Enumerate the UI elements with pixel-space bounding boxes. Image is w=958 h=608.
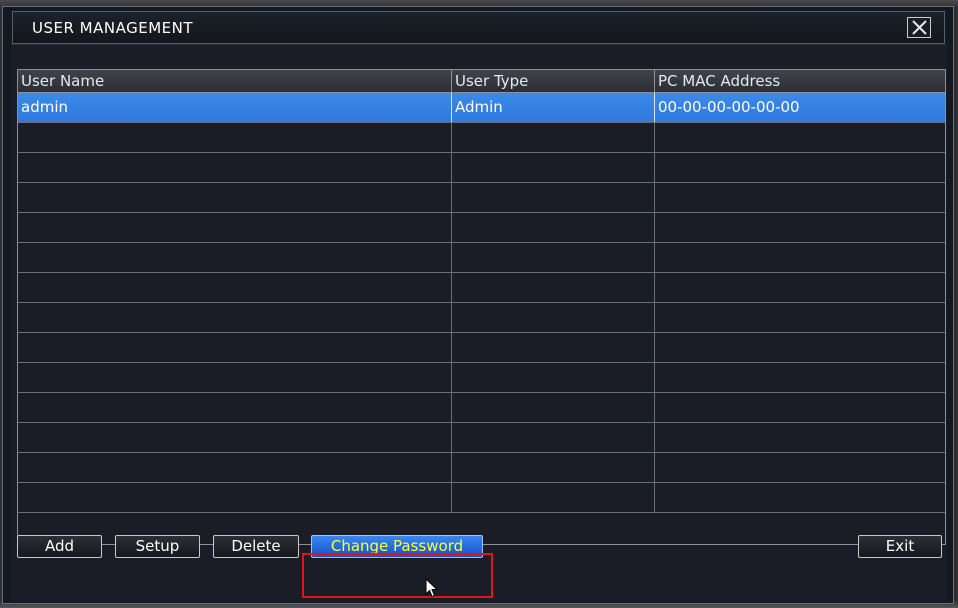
table-row[interactable] bbox=[18, 123, 945, 153]
cell-user-type bbox=[452, 183, 655, 212]
table-row[interactable]: admin Admin 00-00-00-00-00-00 bbox=[18, 93, 945, 123]
cell-user-type bbox=[452, 483, 655, 512]
cell-user-type bbox=[452, 453, 655, 482]
cell-user-name: admin bbox=[18, 93, 452, 122]
table-header: User Name User Type PC MAC Address bbox=[18, 70, 945, 93]
column-header-user-type[interactable]: User Type bbox=[452, 70, 655, 92]
cell-user-name bbox=[18, 273, 452, 302]
cell-user-name bbox=[18, 423, 452, 452]
table-row[interactable] bbox=[18, 183, 945, 213]
table-row[interactable] bbox=[18, 273, 945, 303]
cell-mac-address bbox=[655, 333, 945, 362]
cell-user-type: Admin bbox=[452, 93, 655, 122]
cell-user-type bbox=[452, 213, 655, 242]
cell-user-name bbox=[18, 183, 452, 212]
cell-user-name bbox=[18, 303, 452, 332]
cell-user-name bbox=[18, 363, 452, 392]
cell-mac-address bbox=[655, 363, 945, 392]
cell-user-type bbox=[452, 303, 655, 332]
table-row[interactable] bbox=[18, 483, 945, 513]
add-button[interactable]: Add bbox=[17, 535, 102, 558]
cell-user-name bbox=[18, 393, 452, 422]
cell-user-type bbox=[452, 423, 655, 452]
cell-user-name bbox=[18, 333, 452, 362]
exit-button[interactable]: Exit bbox=[858, 535, 942, 558]
cell-user-type bbox=[452, 123, 655, 152]
table-row[interactable] bbox=[18, 333, 945, 363]
cell-mac-address bbox=[655, 303, 945, 332]
cell-mac-address bbox=[655, 453, 945, 482]
cell-user-name bbox=[18, 153, 452, 182]
table-row[interactable] bbox=[18, 453, 945, 483]
cell-mac-address bbox=[655, 243, 945, 272]
cell-user-name bbox=[18, 213, 452, 242]
table-row[interactable] bbox=[18, 213, 945, 243]
cell-user-name bbox=[18, 123, 452, 152]
cell-user-type bbox=[452, 243, 655, 272]
setup-button[interactable]: Setup bbox=[115, 535, 200, 558]
table-row[interactable] bbox=[18, 393, 945, 423]
column-header-mac-address[interactable]: PC MAC Address bbox=[655, 70, 945, 92]
title-bar: USER MANAGEMENT bbox=[12, 11, 945, 44]
cell-mac-address bbox=[655, 123, 945, 152]
dialog-content: User Name User Type PC MAC Address admin… bbox=[11, 44, 947, 602]
highlight-annotation bbox=[302, 553, 493, 598]
table-row[interactable] bbox=[18, 423, 945, 453]
cell-mac-address bbox=[655, 153, 945, 182]
cell-user-type bbox=[452, 393, 655, 422]
table-row[interactable] bbox=[18, 363, 945, 393]
cell-mac-address bbox=[655, 423, 945, 452]
cell-mac-address bbox=[655, 273, 945, 302]
cell-user-type bbox=[452, 333, 655, 362]
dialog-title: USER MANAGEMENT bbox=[32, 19, 193, 37]
cell-mac-address bbox=[655, 213, 945, 242]
mouse-cursor-icon bbox=[425, 578, 439, 598]
table-row[interactable] bbox=[18, 303, 945, 333]
user-management-dialog: USER MANAGEMENT User Name User Type PC M… bbox=[2, 6, 954, 604]
cell-user-type bbox=[452, 273, 655, 302]
column-header-user-name[interactable]: User Name bbox=[18, 70, 452, 92]
close-icon bbox=[912, 20, 927, 35]
user-table: User Name User Type PC MAC Address admin… bbox=[17, 69, 946, 545]
cell-user-type bbox=[452, 153, 655, 182]
delete-button[interactable]: Delete bbox=[213, 535, 299, 558]
cell-user-name bbox=[18, 483, 452, 512]
cell-user-name bbox=[18, 453, 452, 482]
cell-mac-address bbox=[655, 483, 945, 512]
cell-user-name bbox=[18, 243, 452, 272]
table-row[interactable] bbox=[18, 243, 945, 273]
cell-user-type bbox=[452, 363, 655, 392]
cell-mac-address: 00-00-00-00-00-00 bbox=[658, 98, 800, 116]
cell-mac-address bbox=[655, 393, 945, 422]
close-button[interactable] bbox=[907, 17, 931, 38]
cell-mac-address bbox=[655, 183, 945, 212]
table-row[interactable] bbox=[18, 153, 945, 183]
